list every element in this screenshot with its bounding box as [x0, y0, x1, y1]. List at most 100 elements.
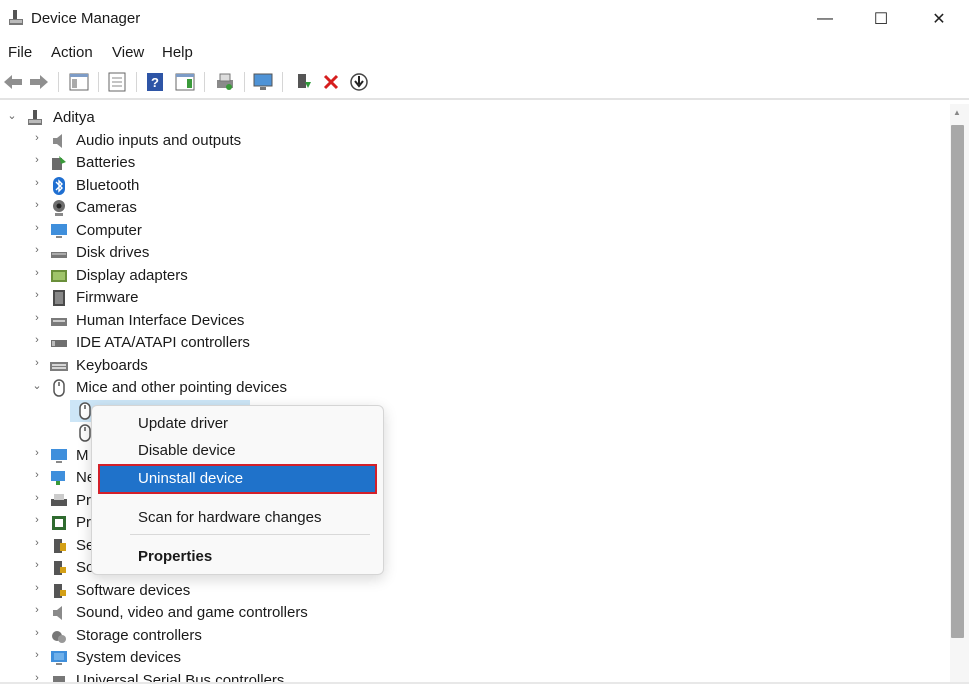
toolbar-separator: [136, 72, 137, 92]
menu-view[interactable]: View: [112, 44, 144, 61]
tree-item[interactable]: › Disk drives: [0, 242, 940, 264]
chevron-right-icon[interactable]: ›: [31, 514, 43, 526]
scroll-up-icon[interactable]: ▲: [953, 108, 961, 117]
close-button[interactable]: ✕: [910, 0, 968, 38]
chevron-down-icon[interactable]: ⌄: [31, 379, 43, 392]
update-driver-menu-item[interactable]: Update driver: [100, 411, 375, 437]
chevron-right-icon[interactable]: ›: [31, 357, 43, 369]
console-tree-icon: [69, 73, 89, 91]
tree-item[interactable]: › Bluetooth: [0, 175, 940, 197]
tree-item[interactable]: › Sound, video and game controllers: [0, 602, 940, 624]
chevron-right-icon[interactable]: ›: [31, 154, 43, 166]
tree-root-label: Aditya: [53, 109, 95, 126]
toolbar-divider: [0, 98, 969, 100]
processor-icon: [52, 516, 66, 530]
ide-controller-icon: [51, 340, 67, 347]
sound-icon: [53, 606, 62, 620]
chevron-right-icon[interactable]: ›: [31, 604, 43, 616]
tree-item[interactable]: › IDE ATA/ATAPI controllers: [0, 332, 940, 354]
maximize-icon: ☐: [873, 11, 889, 28]
update-driver-button[interactable]: [292, 71, 314, 93]
tree-item[interactable]: › System devices: [0, 647, 940, 669]
tree-item[interactable]: › Cameras: [0, 197, 940, 219]
properties-toolbar-button[interactable]: [106, 71, 128, 93]
tree-item-label: Storage controllers: [76, 627, 202, 644]
chevron-right-icon[interactable]: ›: [31, 537, 43, 549]
action-pane-button[interactable]: [174, 71, 196, 93]
chevron-right-icon[interactable]: ›: [31, 177, 43, 189]
tree-item[interactable]: › Audio inputs and outputs: [0, 130, 940, 152]
chevron-right-icon[interactable]: ›: [31, 447, 43, 459]
forward-arrow-icon: [30, 75, 48, 89]
tree-item[interactable]: › Firmware: [0, 287, 940, 309]
chevron-right-icon[interactable]: ›: [31, 132, 43, 144]
chevron-right-icon[interactable]: ›: [31, 559, 43, 571]
camera-icon: [53, 200, 65, 216]
scrollbar-thumb[interactable]: [951, 125, 964, 638]
show-hide-console-tree-button[interactable]: [68, 71, 90, 93]
menu-action[interactable]: Action: [51, 44, 93, 61]
menu-file[interactable]: File: [8, 44, 32, 61]
tree-item-label: Computer: [76, 222, 142, 239]
chevron-right-icon[interactable]: ›: [31, 649, 43, 661]
disk-drive-icon: [51, 252, 67, 258]
mouse-icon: [53, 379, 65, 397]
chevron-right-icon[interactable]: ›: [31, 289, 43, 301]
context-menu: Update driver Disable device Uninstall d…: [91, 405, 384, 575]
chevron-down-icon[interactable]: ⌄: [6, 109, 18, 122]
speaker-icon: [53, 134, 62, 148]
print-button[interactable]: [214, 71, 236, 93]
tree-item-label: Audio inputs and outputs: [76, 132, 242, 149]
chevron-right-icon[interactable]: ›: [31, 244, 43, 256]
enable-device-button[interactable]: [348, 71, 370, 93]
chevron-right-icon[interactable]: ›: [31, 627, 43, 639]
uninstall-device-toolbar-button[interactable]: [320, 71, 342, 93]
tree-item[interactable]: › Computer: [0, 220, 940, 242]
tree-item[interactable]: › Software devices: [0, 580, 940, 602]
tree-item[interactable]: › Keyboards: [0, 355, 940, 377]
chevron-right-icon[interactable]: ›: [31, 199, 43, 211]
chevron-right-icon[interactable]: ›: [31, 334, 43, 346]
tree-item[interactable]: › Display adapters: [0, 265, 940, 287]
chevron-right-icon[interactable]: ›: [31, 267, 43, 279]
tree-item[interactable]: › Storage controllers: [0, 625, 940, 647]
tree-item-label: Sound, video and game controllers: [76, 604, 308, 621]
minimize-icon: —: [817, 10, 833, 27]
forward-button[interactable]: [28, 71, 50, 93]
tree-item[interactable]: › Human Interface Devices: [0, 310, 940, 332]
properties-sheet-icon: [108, 72, 126, 92]
uninstall-device-menu-item[interactable]: Uninstall device: [98, 464, 377, 494]
computer-root-icon: [28, 110, 42, 125]
disable-device-menu-item[interactable]: Disable device: [100, 438, 375, 464]
tree-item-expanded[interactable]: ⌄ Mice and other pointing devices: [0, 377, 940, 399]
chevron-right-icon[interactable]: ›: [31, 312, 43, 324]
display-adapter-icon: [51, 270, 67, 282]
menu-bar: File Action View Help: [0, 41, 969, 63]
hid-icon: [51, 318, 67, 326]
chevron-right-icon[interactable]: ›: [31, 582, 43, 594]
menu-item-label: Uninstall device: [138, 470, 244, 487]
printer-icon: [51, 494, 67, 506]
menu-help[interactable]: Help: [162, 44, 193, 61]
software-component-icon: [54, 561, 66, 575]
toolbar: ?: [0, 66, 969, 98]
scan-hardware-button[interactable]: [252, 71, 274, 93]
maximize-button[interactable]: ☐: [852, 0, 910, 38]
scan-hardware-menu-item[interactable]: Scan for hardware changes: [100, 505, 375, 531]
help-toolbar-button[interactable]: ?: [144, 71, 166, 93]
chevron-right-icon[interactable]: ›: [31, 469, 43, 481]
network-adapter-icon: [51, 471, 65, 485]
properties-menu-item[interactable]: Properties: [100, 544, 375, 570]
tree-root[interactable]: ⌄ Aditya: [0, 107, 940, 129]
firmware-icon: [53, 290, 65, 306]
system-icon: [51, 651, 67, 665]
toolbar-separator: [244, 72, 245, 92]
tree-item-label: Cameras: [76, 199, 137, 216]
chevron-right-icon[interactable]: ›: [31, 492, 43, 504]
menu-item-label: Disable device: [138, 442, 236, 459]
minimize-button[interactable]: —: [796, 0, 854, 38]
back-button[interactable]: [2, 71, 24, 93]
chevron-right-icon[interactable]: ›: [31, 222, 43, 234]
tree-item[interactable]: › Batteries: [0, 152, 940, 174]
tree-item-label: Bluetooth: [76, 177, 140, 194]
